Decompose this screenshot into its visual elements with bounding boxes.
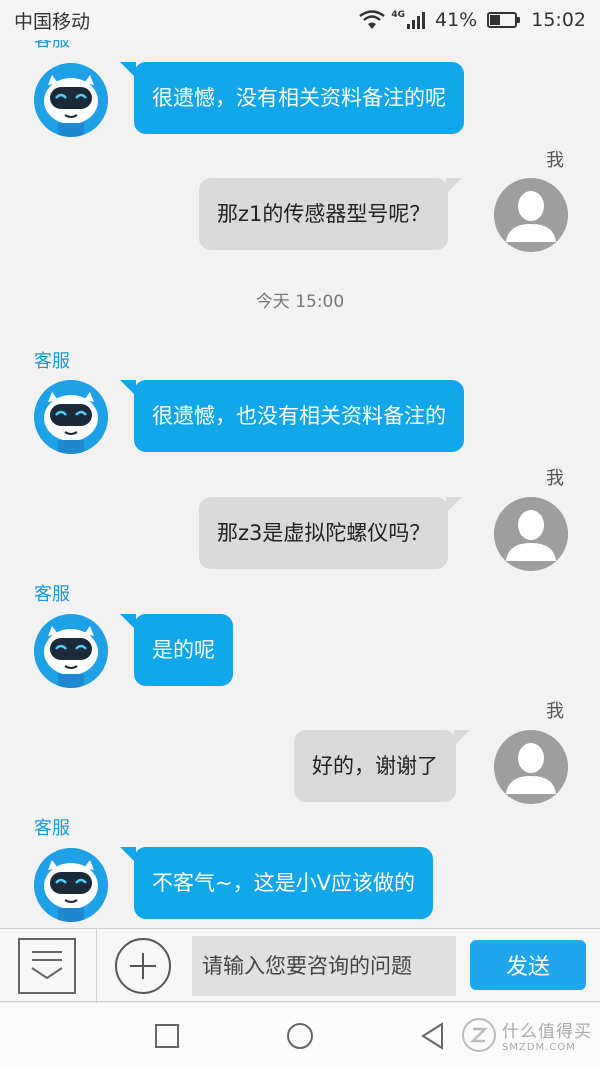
user-message-bubble[interactable]: 那z1的传感器型号呢？ xyxy=(199,178,463,250)
bot-avatar xyxy=(34,848,108,922)
robot-face-icon xyxy=(34,380,108,454)
user-avatar xyxy=(494,730,568,804)
bot-message-bubble[interactable]: 很遗憾，也没有相关资料备注的 xyxy=(120,380,464,452)
default-user-icon xyxy=(494,497,568,571)
input-bar: 发送 xyxy=(0,928,600,1003)
watermark-domain: SMZDM.COM xyxy=(502,1042,576,1053)
watermark: 什么值得买 SMZDM.COM xyxy=(462,1017,592,1053)
bot-avatar xyxy=(34,380,108,454)
bot-sender-name: 客服 xyxy=(34,818,70,839)
bot-sender-name: 客服 xyxy=(34,584,70,605)
clock: 15:02 xyxy=(531,9,586,31)
user-avatar xyxy=(494,178,568,252)
menu-list-icon xyxy=(31,951,63,980)
signal-icon xyxy=(407,12,425,29)
back-icon[interactable] xyxy=(418,1021,448,1051)
message-input[interactable] xyxy=(192,936,456,996)
user-message-bubble[interactable]: 好的，谢谢了 xyxy=(294,730,470,802)
status-indicators: 4G 41% 15:02 xyxy=(359,9,586,31)
bot-message-bubble[interactable]: 是的呢 xyxy=(120,614,233,686)
wifi-icon xyxy=(359,10,386,29)
robot-face-icon xyxy=(34,848,108,922)
bot-avatar xyxy=(34,614,108,688)
bot-message-bubble[interactable]: 不客气~，这是小V应该做的 xyxy=(120,847,433,919)
user-avatar xyxy=(494,497,568,571)
send-button[interactable]: 发送 xyxy=(470,940,586,990)
carrier-label: 中国移动 xyxy=(14,10,91,33)
plus-icon xyxy=(130,953,156,979)
user-sender-name: 我 xyxy=(546,468,564,489)
menu-toggle-button[interactable] xyxy=(18,938,76,994)
bot-sender-name: 客服 xyxy=(34,40,70,51)
home-icon[interactable] xyxy=(285,1021,315,1051)
user-message-bubble[interactable]: 那z3是虚拟陀螺仪吗？ xyxy=(199,497,463,569)
input-divider xyxy=(96,929,97,1003)
system-nav-bar: 什么值得买 SMZDM.COM xyxy=(0,1003,600,1067)
default-user-icon xyxy=(494,178,568,252)
network-type-label: 4G xyxy=(391,10,405,20)
watermark-logo-icon xyxy=(462,1018,496,1052)
robot-face-icon xyxy=(34,63,108,137)
add-attachment-button[interactable] xyxy=(115,938,171,994)
time-separator: 今天 15:00 xyxy=(255,292,345,312)
bot-sender-name: 客服 xyxy=(34,351,70,372)
robot-face-icon xyxy=(34,614,108,688)
chat-area[interactable]: 客服 很遗憾，没有相关资料备注的呢 我 那z1的传感器型号呢？ 今天 15:00… xyxy=(0,40,600,928)
battery-icon xyxy=(487,12,521,28)
user-sender-name: 我 xyxy=(546,150,564,171)
default-user-icon xyxy=(494,730,568,804)
watermark-title: 什么值得买 xyxy=(502,1022,592,1042)
battery-fill xyxy=(490,15,501,25)
recent-apps-icon[interactable] xyxy=(152,1021,182,1051)
bot-avatar xyxy=(34,63,108,137)
status-bar: 中国移动 4G 41% 15:02 xyxy=(0,0,600,40)
bot-message-bubble[interactable]: 很遗憾，没有相关资料备注的呢 xyxy=(120,62,464,134)
user-sender-name: 我 xyxy=(546,701,564,722)
battery-percent: 41% xyxy=(435,9,478,31)
